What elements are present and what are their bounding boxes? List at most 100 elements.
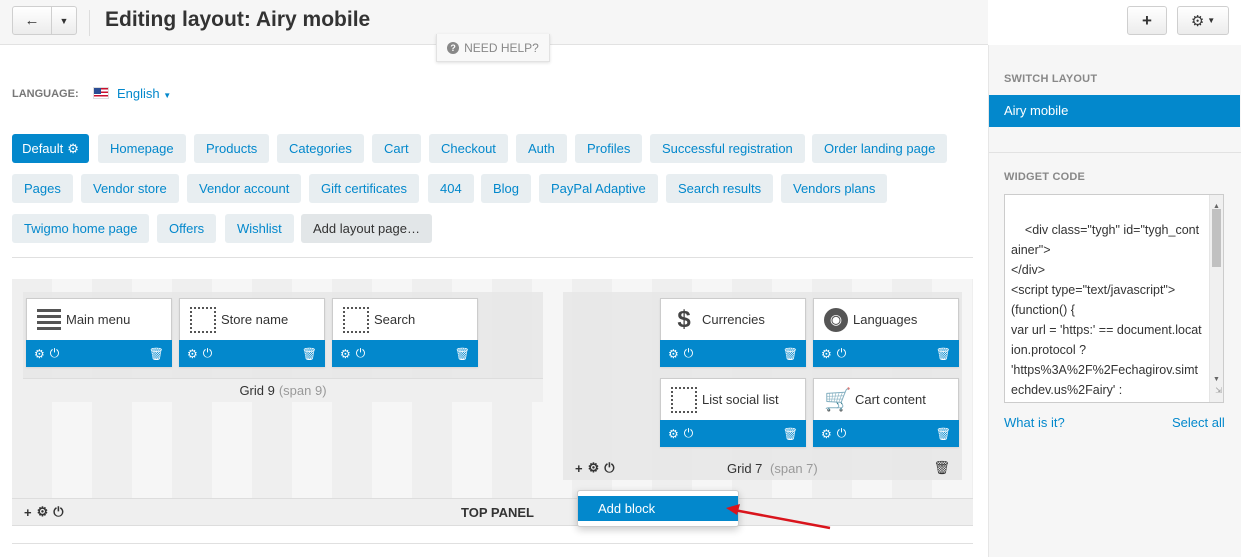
block-list-social-list[interactable]: List social list ⚙ ⏻ 🗑	[660, 378, 806, 447]
header-actions: + ⚙ ▼	[1127, 6, 1229, 35]
block-name: Store name	[221, 312, 289, 327]
tab-order-landing-page[interactable]: Order landing page	[812, 134, 948, 163]
need-help-tab[interactable]: ? NEED HELP?	[436, 34, 550, 62]
settings-button[interactable]: ⚙ ▼	[1177, 6, 1229, 35]
trash-icon[interactable]: 🗑	[149, 347, 164, 361]
gear-icon: ⚙	[1190, 12, 1205, 30]
power-icon[interactable]: ⏻	[684, 426, 694, 441]
power-icon[interactable]: ⏻	[837, 426, 847, 441]
caret-down-icon: ▼	[163, 91, 172, 100]
block-name: Main menu	[66, 312, 131, 327]
tab-blog[interactable]: Blog	[481, 174, 532, 203]
tab-auth[interactable]: Auth	[516, 134, 567, 163]
add-block-menu-item[interactable]: Add block	[578, 496, 738, 521]
block-currencies[interactable]: $ Currencies ⚙ ⏻ 🗑	[660, 298, 806, 367]
tab-pages[interactable]: Pages	[12, 174, 73, 203]
power-icon[interactable]: ⏻	[203, 346, 213, 361]
block-name: Currencies	[702, 312, 765, 327]
tab-search-results[interactable]: Search results	[666, 174, 774, 203]
add-button[interactable]: +	[1127, 6, 1167, 35]
tab-wishlist[interactable]: Wishlist	[225, 214, 294, 243]
divider	[989, 152, 1241, 153]
tab-successful-registration[interactable]: Successful registration	[650, 134, 805, 163]
tab-twigmo-home-page[interactable]: Twigmo home page	[12, 214, 150, 243]
grid-label: Grid 7	[727, 460, 763, 476]
language-label: LANGUAGE:	[12, 88, 79, 100]
back-button[interactable]: ←	[12, 6, 52, 35]
tab-vendor-store[interactable]: Vendor store	[81, 174, 179, 203]
gear-icon[interactable]: ⚙	[821, 427, 832, 441]
trash-icon[interactable]: 🗑	[933, 460, 950, 476]
widget-code-textarea[interactable]: <div class="tygh" id="tygh_container"> <…	[1004, 194, 1224, 403]
plus-icon: +	[1142, 10, 1152, 30]
trash-icon[interactable]: 🗑	[783, 427, 798, 441]
back-button-group: ← ▼	[12, 6, 77, 35]
trash-icon[interactable]: 🗑	[783, 347, 798, 361]
gear-icon[interactable]: ⚙	[668, 347, 679, 361]
tab-404[interactable]: 404	[428, 174, 474, 203]
power-icon[interactable]: ⏻	[684, 346, 694, 361]
language-selector[interactable]: English ▼	[117, 86, 171, 101]
scrollbar[interactable]: ▲ ▼	[1209, 195, 1223, 402]
gear-icon[interactable]: ⚙	[340, 347, 351, 361]
block-main-menu[interactable]: Main menu ⚙ ⏻ 🗑	[26, 298, 172, 367]
tab-vendors-plans[interactable]: Vendors plans	[781, 174, 888, 203]
block-name: List social list	[702, 392, 779, 407]
gear-icon[interactable]: ⚙	[821, 347, 832, 361]
gear-icon[interactable]: ⚙	[588, 460, 600, 476]
add-layout-page-button[interactable]: Add layout page…	[301, 214, 432, 243]
back-dropdown-toggle[interactable]: ▼	[52, 6, 77, 35]
grid-9-footer: Grid 9 (span 9)	[23, 378, 543, 402]
plus-icon[interactable]: +	[575, 461, 583, 476]
layout-item-airy-mobile[interactable]: Airy mobile	[989, 95, 1240, 127]
gear-icon[interactable]: ⚙	[187, 347, 198, 361]
power-icon[interactable]: ⏻	[837, 346, 847, 361]
trash-icon[interactable]: 🗑	[936, 427, 951, 441]
tab-cart[interactable]: Cart	[372, 134, 421, 163]
tab-homepage[interactable]: Homepage	[98, 134, 186, 163]
trash-icon[interactable]: 🗑	[455, 347, 470, 361]
tab-categories[interactable]: Categories	[277, 134, 364, 163]
block-search[interactable]: Search ⚙ ⏻ 🗑	[332, 298, 478, 367]
block-cart-content[interactable]: 🛒 Cart content ⚙ ⏻ 🗑	[813, 378, 959, 447]
select-all-link[interactable]: Select all	[1172, 415, 1225, 430]
resize-grip-icon[interactable]: ⇲	[1215, 381, 1222, 401]
tab-gift-certificates[interactable]: Gift certificates	[309, 174, 419, 203]
tab-offers[interactable]: Offers	[157, 214, 217, 243]
caret-down-icon: ▼	[1207, 16, 1216, 25]
trash-icon[interactable]: 🗑	[302, 347, 317, 361]
tab-vendor-account[interactable]: Vendor account	[187, 174, 302, 203]
tab-checkout[interactable]: Checkout	[429, 134, 508, 163]
grid-7-footer: + ⚙ ⏻ Grid 7 (span 7) 🗑	[563, 456, 962, 480]
tab-paypal-adaptive[interactable]: PayPal Adaptive	[539, 174, 658, 203]
tab-products[interactable]: Products	[194, 134, 270, 163]
block-name: Search	[374, 312, 416, 327]
block-store-name[interactable]: Store name ⚙ ⏻ 🗑	[179, 298, 325, 367]
grid-span: (span 9)	[278, 383, 327, 398]
dotted-square-icon	[671, 386, 697, 413]
block-languages[interactable]: ◉ Languages ⚙ ⏻ 🗑	[813, 298, 959, 367]
annotation-arrow-icon	[726, 504, 831, 530]
gear-icon[interactable]: ⚙	[37, 504, 49, 520]
top-panel-title: TOP PANEL	[461, 505, 534, 520]
trash-icon[interactable]: 🗑	[936, 347, 951, 361]
widget-code-title: WIDGET CODE	[1004, 171, 1086, 183]
power-icon[interactable]: ⏻	[604, 460, 614, 476]
what-is-it-link[interactable]: What is it?	[1004, 415, 1065, 430]
tab-default[interactable]: Default ⚙	[12, 134, 89, 163]
power-icon[interactable]: ⏻	[50, 346, 60, 361]
block-name: Cart content	[855, 392, 926, 407]
grid-label: Grid 9	[239, 383, 275, 398]
dotted-square-icon	[343, 306, 369, 333]
sidebar: SWITCH LAYOUT Airy mobile WIDGET CODE <d…	[988, 45, 1241, 557]
tab-profiles[interactable]: Profiles	[575, 134, 643, 163]
list-icon	[37, 308, 61, 331]
scrollbar-thumb[interactable]	[1212, 209, 1221, 267]
power-icon[interactable]: ⏻	[53, 504, 63, 520]
tab-label: Default	[22, 141, 64, 156]
plus-icon[interactable]: +	[24, 505, 32, 520]
power-icon[interactable]: ⏻	[356, 346, 366, 361]
gear-icon[interactable]: ⚙	[668, 427, 679, 441]
gear-icon[interactable]: ⚙	[34, 347, 45, 361]
dotted-square-icon	[190, 306, 216, 333]
